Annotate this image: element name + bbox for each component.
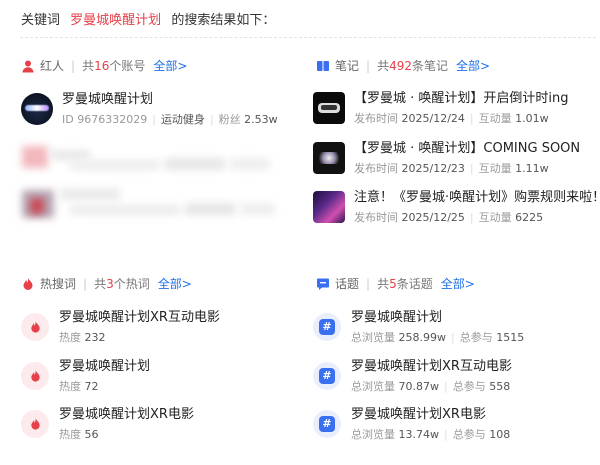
hotword-meta: 热度 56 <box>59 428 99 441</box>
note-thumbnail <box>313 91 345 124</box>
separator: | <box>71 58 76 73</box>
hotwords-count: 共3个热词 <box>94 277 150 291</box>
note-meta: 发布时间 2025/12/24 | 互动量 1.01w <box>354 112 549 125</box>
note-time: 2025/12/25 <box>401 211 465 224</box>
note-engagement: 1.11w <box>515 162 549 175</box>
separator: | <box>366 276 371 291</box>
note-engagement: 6225 <box>515 211 544 224</box>
topic-views: 13.74w <box>398 428 440 441</box>
note-title: 注意！《罗曼城·唤醒计划》购票规则来啦！ <box>354 190 600 205</box>
topic-row[interactable]: # 罗曼城唤醒计划XR电影 总浏览量 13.74w | 总参与 108 <box>313 406 510 441</box>
keyword-suffix: 的搜索结果如下： <box>171 13 276 28</box>
note-title: 【罗曼城 · 唤醒计划】COMING SOON <box>354 141 581 156</box>
note-thumbnail <box>313 190 345 223</box>
hotword-heat: 56 <box>84 428 99 441</box>
separator: | <box>366 58 371 73</box>
notes-count: 共492条笔记 <box>377 59 448 73</box>
note-meta: 发布时间 2025/12/25 | 互动量 6225 <box>354 211 544 224</box>
notes-section-header: 笔记 | 共492条笔记 全部> <box>316 57 490 74</box>
influencers-all-link[interactable]: 全部> <box>153 57 187 74</box>
note-meta: 发布时间 2025/12/23 | 互动量 1.11w <box>354 162 549 175</box>
topic-views: 258.99w <box>398 331 447 344</box>
hotword-text: 罗曼城唤醒计划XR电影 <box>59 407 194 422</box>
book-icon <box>317 60 329 71</box>
search-keyword[interactable]: 罗曼城唤醒计划 <box>70 13 161 28</box>
hashtag-icon: # <box>313 409 341 438</box>
note-row[interactable]: 【罗曼城 · 唤醒计划】COMING SOON 发布时间 2025/12/23 |… <box>313 140 580 175</box>
search-summary: 关键词 罗曼城唤醒计划 的搜索结果如下： <box>21 9 275 28</box>
note-row[interactable]: 注意！《罗曼城·唤醒计划》购票规则来啦！ 发布时间 2025/12/25 | 互动量… <box>313 189 600 224</box>
influencer-row[interactable]: 罗曼城唤醒计划 ID 9676332029 | 运动健身 | 粉丝 2.53w <box>21 91 278 126</box>
topic-name: 罗曼城唤醒计划XR互动电影 <box>351 359 512 374</box>
topic-name: 罗曼城唤醒计划 <box>351 310 443 325</box>
topic-row[interactable]: # 罗曼城唤醒计划XR互动电影 总浏览量 70.87w | 总参与 558 <box>313 358 512 393</box>
influencer-category: 运动健身 <box>160 113 205 126</box>
hotword-text: 罗曼城唤醒计划XR互动电影 <box>59 310 220 325</box>
flame-icon <box>21 409 49 438</box>
influencer-meta: ID 9676332029 | 运动健身 | 粉丝 2.53w <box>62 113 278 126</box>
note-engagement: 1.01w <box>515 112 549 125</box>
hotwords-title: 热搜词 <box>40 277 77 291</box>
topic-participants: 1515 <box>496 331 525 344</box>
topic-meta: 总浏览量 70.87w | 总参与 558 <box>351 380 511 393</box>
note-time: 2025/12/23 <box>401 162 465 175</box>
topics-section-header: 话题 | 共5条话题 全部> <box>316 275 475 292</box>
separator: | <box>83 276 88 291</box>
hotword-row[interactable]: 罗曼城唤醒计划XR电影 热度 56 <box>21 406 194 441</box>
hotword-row[interactable]: 罗曼城唤醒计划 热度 72 <box>21 358 150 393</box>
influencers-section-header: 红人 | 共16个账号 全部> <box>21 57 187 74</box>
influencers-count: 共16个账号 <box>82 59 146 73</box>
hotword-heat: 232 <box>84 331 106 344</box>
topics-title: 话题 <box>335 277 360 291</box>
flame-icon <box>21 312 49 341</box>
topic-views: 70.87w <box>398 380 440 393</box>
hashtag-icon: # <box>313 361 341 390</box>
influencer-fans: 2.53w <box>244 113 278 126</box>
topic-meta: 总浏览量 258.99w | 总参与 1515 <box>351 331 525 344</box>
person-icon <box>22 60 34 72</box>
note-thumbnail <box>313 141 345 174</box>
influencer-name: 罗曼城唤醒计划 <box>62 92 154 107</box>
chat-bubble-icon <box>317 278 329 290</box>
topics-all-link[interactable]: 全部> <box>441 275 475 292</box>
influencer-id: 9676332029 <box>77 113 148 126</box>
flame-icon <box>23 277 33 290</box>
divider <box>20 37 596 38</box>
hashtag-icon: # <box>313 312 341 341</box>
hotword-heat: 72 <box>84 380 99 393</box>
note-time: 2025/12/24 <box>401 112 465 125</box>
keyword-prefix: 关键词 <box>21 13 61 28</box>
topic-participants: 558 <box>489 380 511 393</box>
topic-meta: 总浏览量 13.74w | 总参与 108 <box>351 428 511 441</box>
influencer-avatar <box>21 92 53 125</box>
note-title: 【罗曼城 · 唤醒计划】开启倒计时ing <box>354 91 569 106</box>
note-row[interactable]: 【罗曼城 · 唤醒计划】开启倒计时ing 发布时间 2025/12/24 | 互动量… <box>313 90 569 125</box>
hotword-row[interactable]: 罗曼城唤醒计划XR互动电影 热度 232 <box>21 309 220 344</box>
topic-participants: 108 <box>489 428 511 441</box>
hotword-text: 罗曼城唤醒计划 <box>59 359 151 374</box>
flame-icon <box>21 361 49 390</box>
hotword-meta: 热度 232 <box>59 331 106 344</box>
hotwords-section-header: 热搜词 | 共3个热词 全部> <box>21 275 192 292</box>
topics-count: 共5条话题 <box>377 277 433 291</box>
influencers-title: 红人 <box>40 59 65 73</box>
topic-row[interactable]: # 罗曼城唤醒计划 总浏览量 258.99w | 总参与 1515 <box>313 309 524 344</box>
hotword-meta: 热度 72 <box>59 380 99 393</box>
hotwords-all-link[interactable]: 全部> <box>158 275 192 292</box>
notes-title: 笔记 <box>335 59 360 73</box>
topic-name: 罗曼城唤醒计划XR电影 <box>351 407 486 422</box>
notes-all-link[interactable]: 全部> <box>456 57 490 74</box>
